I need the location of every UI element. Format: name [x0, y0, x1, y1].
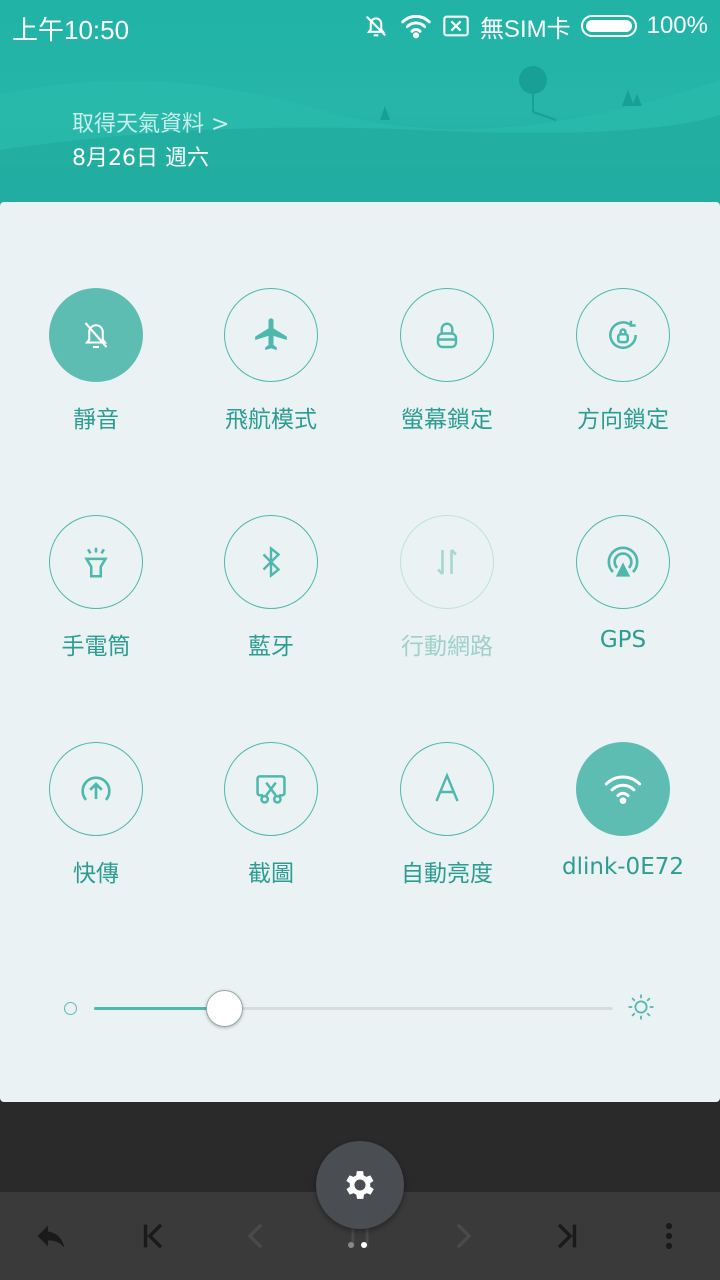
notification-header: 上午10:50 無SIM卡 100% 取得天氣資料 > 8月26日 週六: [0, 0, 720, 205]
tile-bluetooth[interactable]: 藍牙: [183, 515, 359, 685]
battery-percentage: 100%: [646, 12, 708, 39]
page-indicator: [348, 1242, 367, 1248]
tile-screen-lock[interactable]: 螢幕鎖定: [359, 288, 535, 458]
tile-label: dlink-0E72: [561, 854, 684, 880]
wifi-icon: [576, 742, 670, 836]
battery-fill: [585, 20, 632, 32]
tile-auto-brightness[interactable]: 自動亮度: [359, 742, 535, 912]
quick-settings-panel: 靜音 飛航模式 螢幕鎖定 方向鎖定 手電筒 藍牙 行動網路 GPS 快傳 截圖 …: [0, 202, 720, 1102]
rotation-lock-icon: [576, 288, 670, 382]
tile-quick-share[interactable]: 快傳: [8, 742, 184, 912]
tile-gps[interactable]: GPS: [535, 515, 711, 685]
page-dot-current: [361, 1242, 367, 1248]
slider-thumb[interactable]: [205, 990, 243, 1027]
screenshot-icon: [224, 742, 318, 836]
airplane-icon: [224, 288, 318, 382]
slider-fill: [94, 1007, 224, 1010]
bell-off-icon: [49, 288, 143, 382]
brightness-slider[interactable]: [60, 988, 660, 1028]
tile-screenshot[interactable]: 截圖: [183, 742, 359, 912]
more-icon[interactable]: [645, 1212, 693, 1260]
first-page-icon[interactable]: [130, 1212, 178, 1260]
tile-silent[interactable]: 靜音: [8, 288, 184, 458]
auto-brightness-icon: [400, 742, 494, 836]
tile-rotation-lock[interactable]: 方向鎖定: [535, 288, 711, 458]
date-label: 8月26日 週六: [72, 146, 209, 171]
slider-track[interactable]: [94, 990, 613, 1027]
tile-label: GPS: [599, 627, 647, 653]
mute-icon: [362, 12, 390, 40]
battery-icon: [580, 15, 637, 37]
brightness-low-icon: [64, 1002, 77, 1015]
status-bar: 上午10:50 無SIM卡 100%: [0, 0, 720, 52]
tile-airplane-mode[interactable]: 飛航模式: [183, 288, 359, 458]
weather-link[interactable]: 取得天氣資料 >: [72, 106, 229, 138]
tile-label: 方向鎖定: [577, 407, 669, 433]
reply-icon[interactable]: [27, 1212, 75, 1260]
tile-label: 靜音: [73, 407, 119, 433]
mobile-data-icon: [400, 515, 494, 609]
brightness-high-icon: [628, 994, 654, 1020]
last-page-icon[interactable]: [542, 1212, 590, 1260]
tile-label: 自動亮度: [401, 861, 493, 887]
flashlight-icon: [49, 515, 143, 609]
quick-share-icon: [49, 742, 143, 836]
tile-wifi[interactable]: dlink-0E72: [535, 742, 711, 912]
tile-label: 藍牙: [248, 634, 294, 660]
gear-icon: [346, 1171, 374, 1199]
sim-status-text: 無SIM卡: [479, 15, 571, 43]
tile-flashlight[interactable]: 手電筒: [8, 515, 184, 685]
status-icons: 無SIM卡 100%: [362, 8, 708, 44]
tile-label: 快傳: [73, 861, 119, 887]
wifi-icon: [400, 12, 432, 40]
tile-mobile-data[interactable]: 行動網路: [359, 515, 535, 685]
page-dot: [348, 1242, 354, 1248]
prev-icon[interactable]: [233, 1212, 281, 1260]
tile-label: 行動網路: [401, 634, 493, 660]
next-icon[interactable]: [438, 1212, 486, 1260]
tile-label: 螢幕鎖定: [401, 407, 493, 433]
gps-icon: [576, 515, 670, 609]
tile-label: 截圖: [248, 861, 294, 887]
tile-label: 飛航模式: [225, 407, 317, 433]
lock-icon: [400, 288, 494, 382]
settings-button[interactable]: [316, 1141, 404, 1229]
no-sim-icon: [442, 14, 470, 38]
status-time: 上午10:50: [12, 15, 130, 45]
bluetooth-icon: [224, 515, 318, 609]
tile-label: 手電筒: [61, 634, 131, 660]
